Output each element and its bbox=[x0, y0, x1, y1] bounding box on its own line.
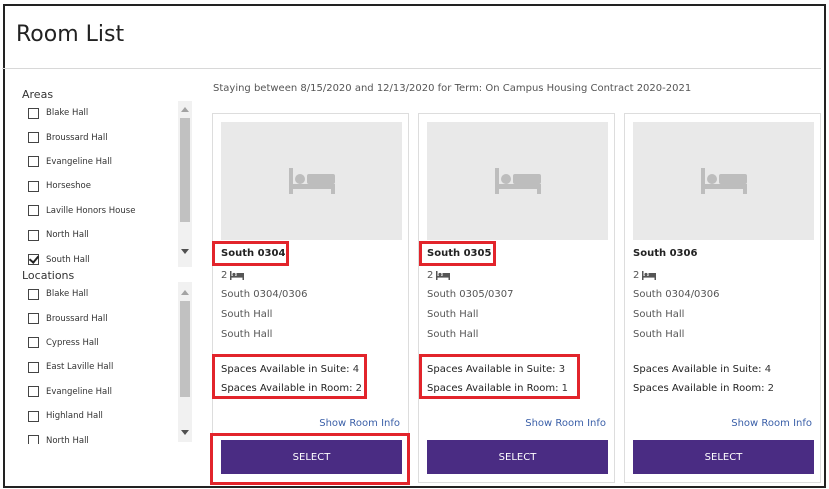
scroll-down-icon[interactable] bbox=[181, 430, 189, 435]
area-item-broussard-hall[interactable]: Broussard Hall bbox=[28, 125, 194, 149]
area-item-evangeline-hall[interactable]: Evangeline Hall bbox=[28, 150, 194, 174]
locations-heading: Locations bbox=[22, 269, 75, 282]
title-divider bbox=[2, 68, 821, 69]
room-spaces: Spaces Available in Room: 2 bbox=[221, 383, 363, 394]
areas-scrollbar[interactable] bbox=[178, 101, 192, 267]
room-image-placeholder bbox=[633, 122, 814, 240]
area-item-laville-honors-house[interactable]: Laville Honors House bbox=[28, 199, 194, 223]
checkbox[interactable] bbox=[28, 313, 39, 325]
room-spaces: Spaces Available in Room: 2 bbox=[633, 383, 775, 394]
select-button[interactable]: SELECT bbox=[633, 440, 814, 474]
building-name: South Hall bbox=[427, 329, 479, 340]
hall-name: South Hall bbox=[221, 309, 273, 320]
room-image-placeholder bbox=[427, 122, 608, 240]
room-name: South 0305 bbox=[427, 248, 492, 259]
page-title: Room List bbox=[16, 22, 125, 47]
checkbox[interactable] bbox=[28, 361, 39, 373]
checkbox[interactable] bbox=[28, 386, 39, 398]
bed-count: 2 bbox=[633, 270, 657, 281]
location-item-blake-hall[interactable]: Blake Hall bbox=[28, 282, 194, 306]
location-label: East Laville Hall bbox=[46, 362, 114, 373]
scroll-up-icon[interactable] bbox=[181, 107, 189, 112]
checkbox[interactable] bbox=[28, 156, 39, 168]
area-label: North Hall bbox=[46, 230, 89, 241]
area-label: Evangeline Hall bbox=[46, 156, 112, 167]
room-image-placeholder bbox=[221, 122, 402, 240]
location-item-highland-hall[interactable]: Highland Hall bbox=[28, 404, 194, 428]
room-name: South 0306 bbox=[633, 248, 698, 259]
area-label: Blake Hall bbox=[46, 108, 89, 119]
checkbox[interactable] bbox=[28, 180, 39, 192]
location-item-east-laville-hall[interactable]: East Laville Hall bbox=[28, 355, 194, 379]
area-label: Horseshoe bbox=[46, 181, 91, 192]
area-item-horseshoe[interactable]: Horseshoe bbox=[28, 174, 194, 198]
suite-name: South 0304/0306 bbox=[633, 289, 720, 300]
checkbox[interactable] bbox=[28, 205, 39, 217]
checkbox[interactable] bbox=[28, 288, 39, 300]
area-item-north-hall[interactable]: North Hall bbox=[28, 223, 194, 247]
bed-icon bbox=[700, 168, 747, 194]
bed-icon bbox=[494, 168, 541, 194]
building-name: South Hall bbox=[633, 329, 685, 340]
location-item-north-hall[interactable]: North Hall bbox=[28, 428, 194, 444]
hall-name: South Hall bbox=[633, 309, 685, 320]
checkbox[interactable] bbox=[28, 410, 39, 422]
location-label: North Hall bbox=[46, 435, 89, 444]
checkbox[interactable] bbox=[28, 229, 39, 241]
hall-name: South Hall bbox=[427, 309, 479, 320]
select-button[interactable]: SELECT bbox=[221, 440, 402, 474]
checkbox[interactable] bbox=[28, 132, 39, 144]
bed-count: 2 bbox=[221, 270, 245, 281]
area-item-south-hall[interactable]: South Hall bbox=[28, 247, 194, 267]
suite-spaces: Spaces Available in Suite: 4 bbox=[221, 364, 360, 375]
room-spaces: Spaces Available in Room: 1 bbox=[427, 383, 569, 394]
building-name: South Hall bbox=[221, 329, 273, 340]
scroll-thumb[interactable] bbox=[180, 301, 190, 397]
scroll-down-icon[interactable] bbox=[181, 249, 189, 254]
suite-spaces: Spaces Available in Suite: 3 bbox=[427, 364, 566, 375]
location-label: Evangeline Hall bbox=[46, 386, 112, 397]
suite-name: South 0304/0306 bbox=[221, 289, 308, 300]
stay-info-text: Staying between 8/15/2020 and 12/13/2020… bbox=[213, 83, 692, 94]
area-label: Broussard Hall bbox=[46, 132, 108, 143]
bed-count: 2 bbox=[427, 270, 451, 281]
area-item-blake-hall[interactable]: Blake Hall bbox=[28, 101, 194, 125]
location-label: Highland Hall bbox=[46, 411, 103, 422]
checkbox[interactable] bbox=[28, 435, 39, 444]
bed-icon bbox=[436, 271, 451, 280]
show-room-info-link[interactable]: Show Room Info bbox=[731, 418, 812, 429]
checkbox[interactable] bbox=[28, 107, 39, 119]
scroll-up-icon[interactable] bbox=[181, 290, 189, 295]
bed-icon bbox=[642, 271, 657, 280]
show-room-info-link[interactable]: Show Room Info bbox=[319, 418, 400, 429]
location-label: Broussard Hall bbox=[46, 313, 108, 324]
bed-icon bbox=[288, 168, 335, 194]
room-name: South 0304 bbox=[221, 248, 286, 259]
bed-icon bbox=[230, 271, 245, 280]
room-card-south-0305: South 0305 2 South 0305/0307 South Hall … bbox=[418, 113, 615, 483]
areas-list: Blake Hall Broussard Hall Evangeline Hal… bbox=[28, 101, 194, 267]
locations-list: Blake Hall Broussard Hall Cypress Hall E… bbox=[28, 282, 194, 444]
areas-heading: Areas bbox=[22, 88, 54, 101]
select-button[interactable]: SELECT bbox=[427, 440, 608, 474]
suite-name: South 0305/0307 bbox=[427, 289, 514, 300]
room-card-south-0306: South 0306 2 South 0304/0306 South Hall … bbox=[624, 113, 821, 483]
scroll-thumb[interactable] bbox=[180, 118, 190, 222]
room-card-south-0304: South 0304 2 South 0304/0306 South Hall … bbox=[212, 113, 409, 483]
area-label: South Hall bbox=[46, 254, 90, 265]
location-item-broussard-hall[interactable]: Broussard Hall bbox=[28, 306, 194, 330]
location-item-evangeline-hall[interactable]: Evangeline Hall bbox=[28, 380, 194, 404]
area-label: Laville Honors House bbox=[46, 205, 136, 216]
locations-scrollbar[interactable] bbox=[178, 282, 192, 442]
show-room-info-link[interactable]: Show Room Info bbox=[525, 418, 606, 429]
suite-spaces: Spaces Available in Suite: 4 bbox=[633, 364, 772, 375]
checkbox-checked[interactable] bbox=[28, 254, 39, 266]
location-label: Blake Hall bbox=[46, 289, 89, 300]
location-label: Cypress Hall bbox=[46, 337, 99, 348]
checkbox[interactable] bbox=[28, 337, 39, 349]
location-item-cypress-hall[interactable]: Cypress Hall bbox=[28, 331, 194, 355]
